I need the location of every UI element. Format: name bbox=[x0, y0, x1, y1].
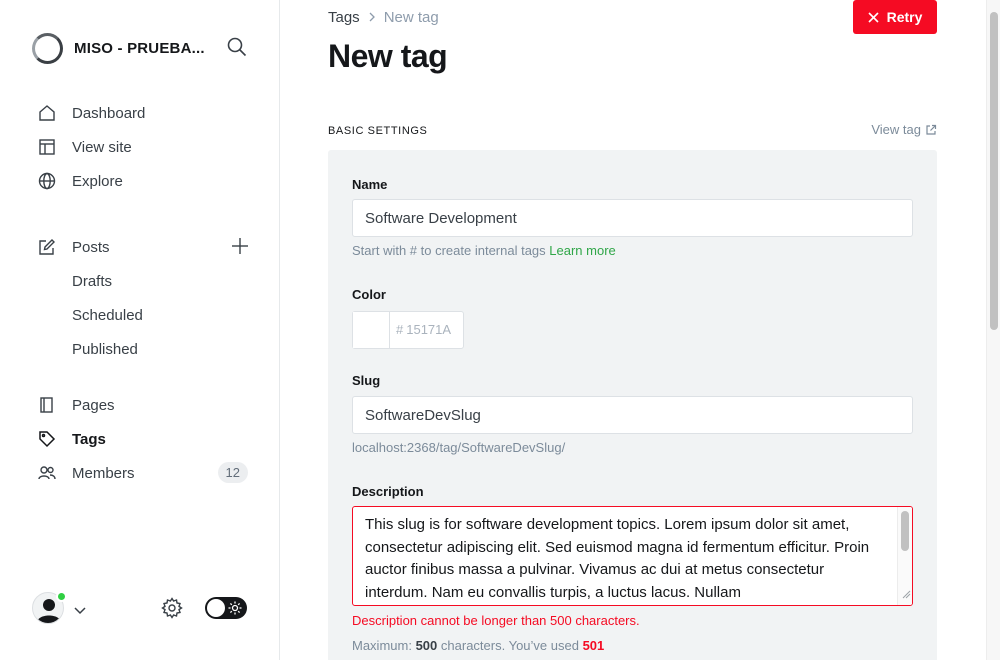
description-textarea[interactable]: This slug is for software development to… bbox=[352, 506, 913, 606]
sidebar-item-label: Drafts bbox=[72, 272, 113, 290]
home-icon bbox=[37, 103, 57, 123]
name-input[interactable]: Software Development bbox=[352, 199, 913, 237]
gear-icon[interactable] bbox=[161, 597, 183, 624]
color-hash: # bbox=[396, 322, 404, 337]
counter-max: 500 bbox=[415, 638, 438, 653]
sidebar-item-label: Published bbox=[72, 340, 138, 358]
textarea-scroll-thumb[interactable] bbox=[901, 511, 909, 551]
content-nav: Pages Tags Members 12 bbox=[32, 388, 252, 490]
name-hint: Start with # to create internal tags Lea… bbox=[352, 243, 616, 258]
slug-input[interactable]: SoftwareDevSlug bbox=[352, 396, 913, 434]
sidebar-item-drafts[interactable]: Drafts bbox=[32, 264, 252, 298]
slug-url-hint: localhost:2368/tag/SoftwareDevSlug/ bbox=[352, 440, 566, 455]
resize-grip-icon[interactable] bbox=[901, 586, 911, 604]
posts-nav: Posts Drafts Scheduled Published bbox=[32, 230, 252, 366]
primary-nav: Dashboard View site Explore bbox=[32, 96, 252, 198]
learn-more-link[interactable]: Learn more bbox=[549, 243, 615, 258]
tag-icon bbox=[37, 429, 57, 449]
basic-settings-panel: Name Software Development Start with # t… bbox=[328, 150, 937, 660]
slug-label: Slug bbox=[352, 373, 381, 388]
description-label: Description bbox=[352, 484, 424, 499]
pages-icon bbox=[37, 395, 57, 415]
sidebar-item-published[interactable]: Published bbox=[32, 332, 252, 366]
sidebar-item-label: Explore bbox=[72, 172, 123, 190]
description-error: Description cannot be longer than 500 ch… bbox=[352, 613, 640, 628]
sidebar-item-view-site[interactable]: View site bbox=[32, 130, 252, 164]
site-name: MISO - PRUEBA... bbox=[74, 39, 205, 57]
breadcrumb-separator bbox=[368, 9, 376, 26]
window-scrollbar[interactable] bbox=[986, 0, 1000, 660]
sidebar-item-members[interactable]: Members 12 bbox=[32, 456, 252, 490]
sidebar-item-label: Members bbox=[72, 464, 135, 482]
close-icon bbox=[868, 11, 879, 23]
members-icon bbox=[37, 463, 57, 483]
sidebar-item-label: Tags bbox=[72, 430, 106, 448]
window-scroll-thumb[interactable] bbox=[990, 12, 998, 330]
sun-icon bbox=[228, 601, 242, 620]
retry-button[interactable]: Retry bbox=[853, 0, 937, 34]
breadcrumb-tags-link[interactable]: Tags bbox=[328, 9, 360, 26]
counter-prefix: Maximum: bbox=[352, 638, 412, 653]
sidebar-item-dashboard[interactable]: Dashboard bbox=[32, 96, 252, 130]
color-field[interactable]: # 15171A bbox=[352, 311, 464, 349]
name-hint-text: Start with # to create internal tags bbox=[352, 243, 546, 258]
chevron-down-icon[interactable] bbox=[74, 602, 86, 620]
online-status-dot bbox=[56, 591, 67, 602]
members-count-badge: 12 bbox=[217, 462, 248, 483]
counter-used: 501 bbox=[582, 638, 605, 653]
sidebar-item-scheduled[interactable]: Scheduled bbox=[32, 298, 252, 332]
counter-mid: characters. You’ve used bbox=[440, 638, 579, 653]
section-title: BASIC SETTINGS bbox=[328, 125, 428, 137]
new-post-plus-icon[interactable] bbox=[230, 236, 252, 258]
sidebar-item-pages[interactable]: Pages bbox=[32, 388, 252, 422]
sidebar-item-label: Posts bbox=[72, 238, 110, 256]
sidebar-item-explore[interactable]: Explore bbox=[32, 164, 252, 198]
view-tag-label: View tag bbox=[871, 122, 921, 137]
layout-icon bbox=[37, 137, 57, 157]
sidebar-item-label: View site bbox=[72, 138, 132, 156]
theme-toggle[interactable] bbox=[205, 597, 247, 619]
page-title: New tag bbox=[328, 38, 448, 74]
sidebar: MISO - PRUEBA... Dashboard View site Exp… bbox=[0, 0, 280, 660]
sidebar-item-label: Dashboard bbox=[72, 104, 146, 122]
search-icon[interactable] bbox=[226, 36, 250, 60]
globe-icon bbox=[37, 171, 57, 191]
description-counter: Maximum: 500 characters. You’ve used 501 bbox=[352, 638, 604, 653]
sidebar-item-tags[interactable]: Tags bbox=[32, 422, 252, 456]
main-content: Tags New tag Retry New tag BASIC SETTING… bbox=[280, 0, 988, 660]
toggle-knob bbox=[207, 599, 225, 617]
breadcrumb-current: New tag bbox=[383, 9, 439, 26]
color-label: Color bbox=[352, 287, 386, 302]
site-logo-icon bbox=[32, 32, 63, 64]
sidebar-item-label: Pages bbox=[72, 396, 115, 414]
name-label: Name bbox=[352, 177, 388, 192]
sidebar-footer bbox=[32, 590, 252, 626]
view-tag-link[interactable]: View tag bbox=[871, 122, 937, 137]
description-text: This slug is for software development to… bbox=[365, 516, 870, 601]
color-hex-input[interactable]: 15171A bbox=[406, 312, 451, 348]
sidebar-item-posts[interactable]: Posts bbox=[32, 230, 252, 264]
external-link-icon bbox=[926, 124, 937, 135]
color-swatch[interactable] bbox=[353, 312, 390, 348]
edit-icon bbox=[37, 237, 57, 257]
breadcrumb: Tags New tag bbox=[328, 9, 439, 26]
retry-label: Retry bbox=[886, 9, 923, 25]
site-brand[interactable]: MISO - PRUEBA... bbox=[32, 32, 205, 64]
sidebar-item-label: Scheduled bbox=[72, 306, 143, 324]
